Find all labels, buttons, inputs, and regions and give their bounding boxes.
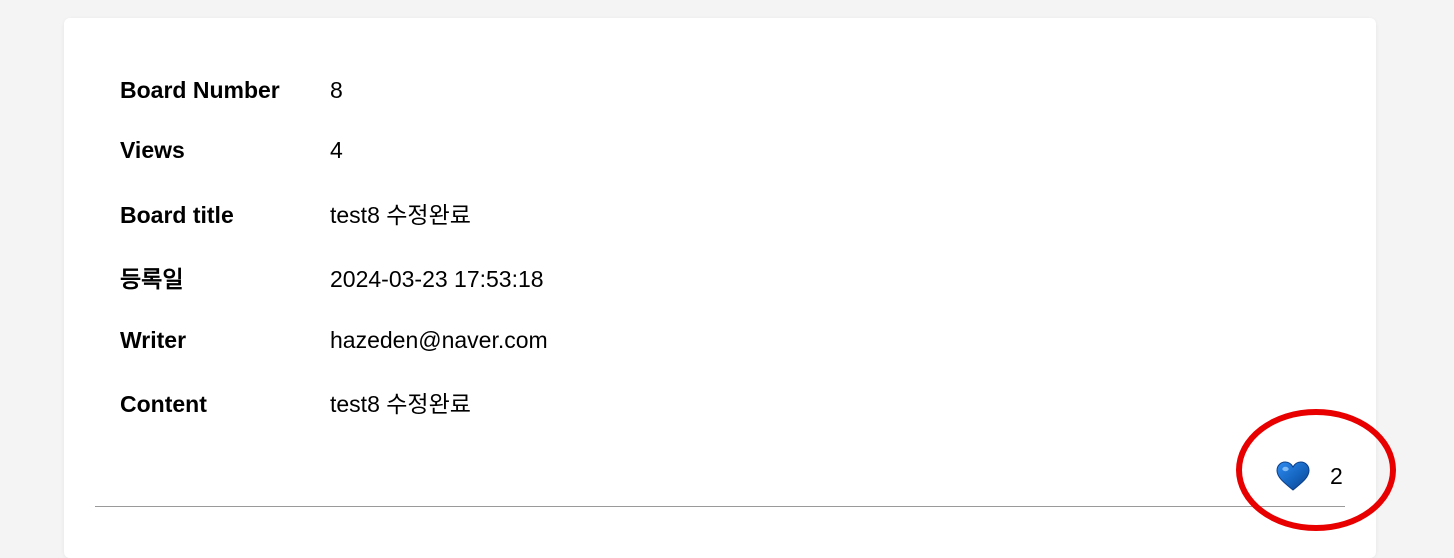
views-value: 4 xyxy=(330,137,343,163)
board-number-label: Board Number xyxy=(120,77,280,103)
board-title-label: Board title xyxy=(120,202,234,228)
board-detail-card: Board Number 8 Views 4 Board title test8… xyxy=(64,18,1376,558)
board-title-value: test8 수정완료 xyxy=(330,202,471,228)
views-label: Views xyxy=(120,137,185,163)
blue-heart-icon[interactable] xyxy=(1276,461,1310,491)
like-count: 2 xyxy=(1330,462,1343,489)
writer-value: hazeden@naver.com xyxy=(330,327,548,353)
writer-label: Writer xyxy=(120,327,187,353)
board-number-value: 8 xyxy=(330,77,343,103)
registered-date-value: 2024-03-23 17:53:18 xyxy=(330,266,544,292)
like-section: 2 xyxy=(1276,458,1343,494)
registered-date-label: 등록일 xyxy=(120,266,184,292)
content-value: test8 수정완료 xyxy=(330,391,471,417)
content-label: Content xyxy=(120,391,207,417)
divider xyxy=(95,506,1345,507)
